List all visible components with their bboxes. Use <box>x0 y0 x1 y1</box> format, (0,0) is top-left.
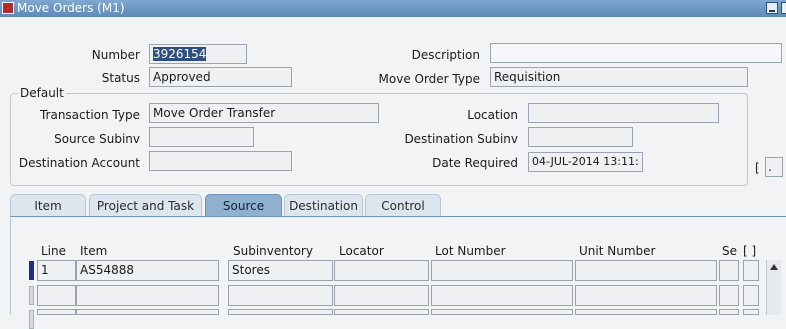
cell-lot-number[interactable] <box>431 309 573 315</box>
status-field[interactable]: Approved <box>149 67 292 87</box>
number-field[interactable]: 3926154 <box>149 44 247 64</box>
number-label: Number <box>91 48 140 62</box>
cell-unit-number[interactable] <box>575 285 717 306</box>
tab-control[interactable]: Control <box>365 194 441 216</box>
move-order-type-label: Move Order Type <box>378 72 480 86</box>
tab-item[interactable]: Item <box>10 194 86 216</box>
location-label: Location <box>467 108 518 122</box>
column-header-locator: Locator <box>339 244 384 258</box>
cell-subinventory[interactable] <box>228 285 333 306</box>
cell-serial[interactable] <box>719 260 739 281</box>
descriptive-flexfield[interactable]: . <box>765 157 783 177</box>
destination-subinv-label: Destination Subinv <box>404 132 518 146</box>
cell-locator[interactable] <box>334 309 429 315</box>
cell-lot-number[interactable] <box>431 285 573 306</box>
destination-account-field[interactable] <box>149 151 292 171</box>
default-group-title: Default <box>18 86 66 100</box>
cell-item[interactable] <box>76 309 219 315</box>
date-required-label: Date Required <box>432 156 518 170</box>
description-field[interactable] <box>490 43 782 63</box>
source-subinv-label: Source Subinv <box>54 132 140 146</box>
cell-unit-number[interactable] <box>575 260 717 281</box>
cell-locator[interactable] <box>334 260 429 281</box>
destination-subinv-field[interactable] <box>528 127 633 147</box>
column-header-serial: Se <box>722 244 737 258</box>
row-indicator[interactable] <box>29 286 34 305</box>
row-indicator-current[interactable] <box>29 261 34 280</box>
cell-flexfield[interactable] <box>743 260 759 281</box>
destination-account-label: Destination Account <box>18 156 140 170</box>
date-required-field[interactable]: 04-JUL-2014 13:11: <box>528 152 643 172</box>
description-label: Description <box>411 48 480 62</box>
cell-item[interactable]: AS54888 <box>76 260 219 281</box>
column-header-item: Item <box>80 244 108 258</box>
cell-serial[interactable] <box>719 285 739 306</box>
number-value: 3926154 <box>153 47 207 61</box>
flexfield-bracket: [ <box>755 161 760 175</box>
column-header-unit-number: Unit Number <box>579 244 656 258</box>
cell-flexfield[interactable] <box>743 285 759 306</box>
location-field[interactable] <box>528 103 719 123</box>
cell-subinventory[interactable]: Stores <box>228 260 333 281</box>
cell-flexfield[interactable] <box>743 309 759 315</box>
cell-unit-number[interactable] <box>575 309 717 315</box>
status-label: Status <box>101 71 140 85</box>
window-title: Move Orders (M1) <box>17 1 125 15</box>
column-header-lot-number: Lot Number <box>435 244 506 258</box>
column-header-flexfield: [ ] <box>743 244 757 258</box>
cell-lot-number[interactable] <box>431 260 573 281</box>
tab-source[interactable]: Source <box>205 194 282 217</box>
cell-line[interactable]: 1 <box>37 260 76 281</box>
row-indicator[interactable] <box>29 310 34 329</box>
move-order-type-field[interactable]: Requisition <box>490 67 748 87</box>
transaction-type-field[interactable]: Move Order Transfer <box>149 103 379 123</box>
cell-locator[interactable] <box>334 285 429 306</box>
lines-scrollbar[interactable] <box>766 260 781 315</box>
scroll-up-arrow-icon[interactable] <box>770 264 778 270</box>
cell-item[interactable] <box>76 285 219 306</box>
column-header-subinventory: Subinventory <box>233 244 313 258</box>
cell-subinventory[interactable] <box>228 309 333 315</box>
source-subinv-field[interactable] <box>149 127 254 147</box>
cell-line[interactable] <box>37 285 76 306</box>
maximize-button[interactable] <box>781 2 786 14</box>
cell-line[interactable] <box>37 309 76 315</box>
tab-project-and-task[interactable]: Project and Task <box>89 194 202 216</box>
cell-serial[interactable] <box>719 309 739 315</box>
column-header-line: Line <box>41 244 67 258</box>
tab-destination[interactable]: Destination <box>284 194 363 216</box>
minimize-button[interactable] <box>766 2 778 14</box>
window-titlebar: Move Orders (M1) <box>0 0 786 17</box>
transaction-type-label: Transaction Type <box>39 108 140 122</box>
app-icon <box>2 2 14 14</box>
